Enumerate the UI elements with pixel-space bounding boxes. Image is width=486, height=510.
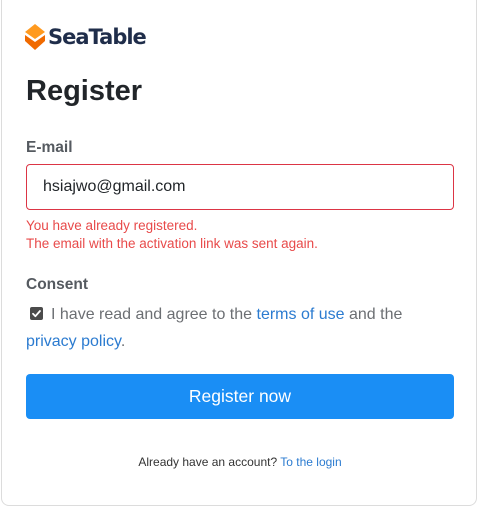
brand-name: SeaTable — [48, 25, 147, 49]
consent-text-after: . — [120, 333, 126, 350]
privacy-policy-link[interactable]: privacy policy — [26, 333, 121, 350]
email-label: E-mail — [26, 139, 73, 156]
to-the-login-link[interactable]: To the login — [280, 455, 341, 469]
error-message: You have already registered. The email w… — [26, 217, 318, 253]
checkmark-icon — [32, 310, 41, 318]
seatable-logo-icon — [25, 24, 45, 50]
consent-label: Consent — [26, 276, 88, 293]
login-prompt: Already have an account? To the login — [0, 454, 480, 470]
page-title: Register — [26, 75, 143, 107]
consent-text-before: I have read and agree to the — [51, 306, 253, 323]
consent-text-middle: and the — [348, 306, 403, 323]
consent-checkbox[interactable] — [30, 307, 43, 320]
terms-of-use-link[interactable]: terms of use — [257, 306, 345, 323]
login-prompt-text: Already have an account? — [138, 455, 278, 469]
error-line-activation: The email with the activation link was s… — [26, 236, 318, 251]
consent-row: I have read and agree to the terms of us… — [26, 301, 456, 355]
brand-logo[interactable]: SeaTable — [25, 24, 147, 50]
register-now-button[interactable]: Register now — [26, 374, 454, 419]
email-field[interactable] — [26, 164, 454, 210]
error-line-registered: You have already registered. — [26, 218, 198, 233]
